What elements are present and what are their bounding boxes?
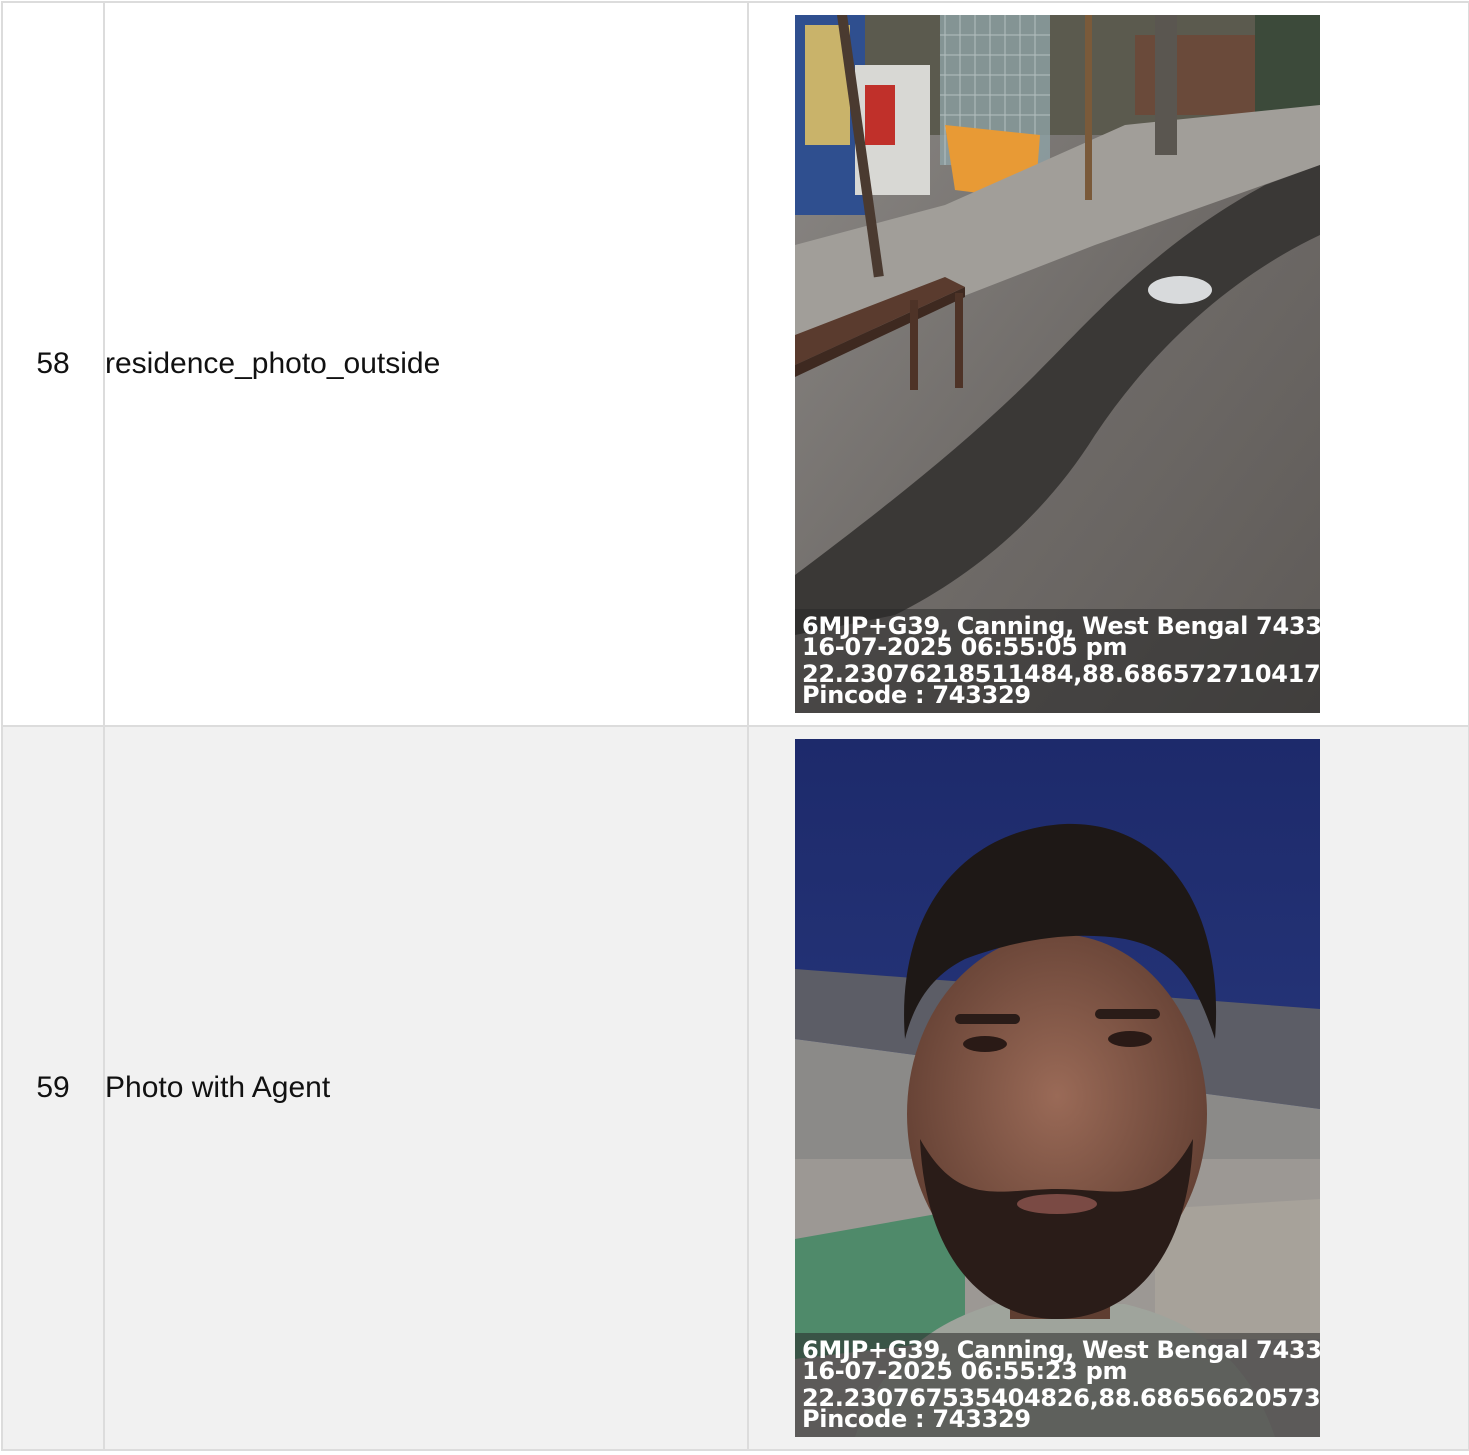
photo-label: residence_photo_outside [103,1,749,727]
table-row: 58 residence_photo_outside 6MJP+G39, Can… [1,1,1469,727]
agent-photo[interactable]: 6MJP+G39, Canning, West Bengal 743329, I… [795,739,1320,1437]
stamp-pincode: Pincode : 743329 [802,681,1031,709]
photo-table: 58 residence_photo_outside 6MJP+G39, Can… [1,1,1469,1451]
photo-cell: 6MJP+G39, Canning, West Bengal 743329, I… [747,725,1469,1451]
photo-cell: 6MJP+G39, Canning, West Bengal 743329, I… [747,1,1469,727]
row-number: 59 [1,725,105,1451]
photo-label: Photo with Agent [103,725,749,1451]
row-number: 58 [1,1,105,727]
stamp-pincode: Pincode : 743329 [802,1405,1031,1433]
residence-photo[interactable]: 6MJP+G39, Canning, West Bengal 743329, I… [795,15,1320,713]
stamp-datetime: 16-07-2025 06:55:23 pm [802,1357,1128,1385]
table-row: 59 Photo with Agent 6MJP+G39, Canning, W… [1,725,1469,1451]
geo-stamp: 6MJP+G39, Canning, West Bengal 743329, I… [795,609,1320,713]
geo-stamp: 6MJP+G39, Canning, West Bengal 743329, I… [795,1333,1320,1437]
stamp-datetime: 16-07-2025 06:55:05 pm [802,633,1128,661]
